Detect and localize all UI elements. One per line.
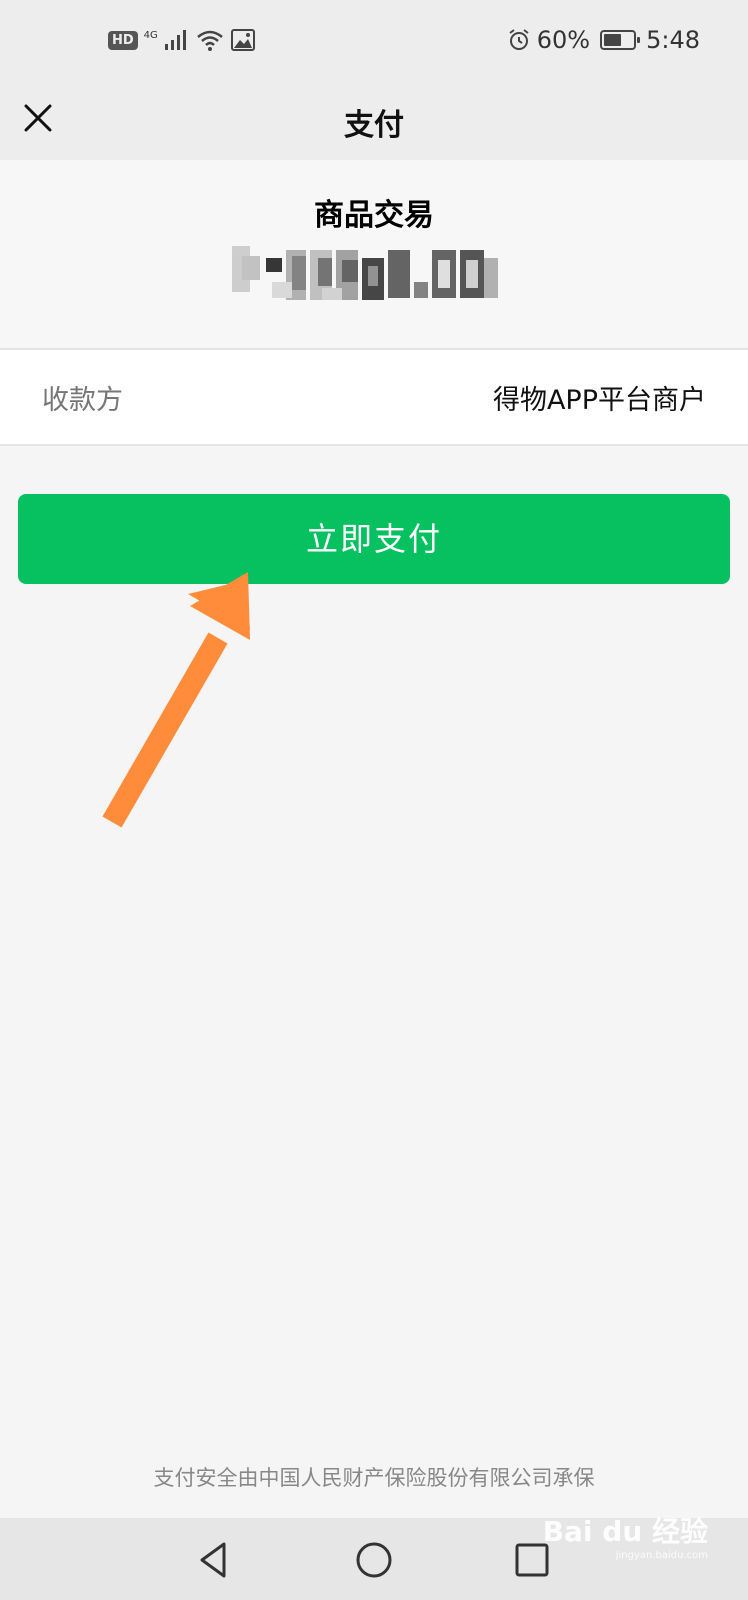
- pixelated-amount: [232, 246, 498, 300]
- status-left-group: HD 4G: [108, 28, 256, 52]
- watermark: Bai du 经验 jingyan.baidu.com: [543, 1510, 708, 1561]
- battery-percent: 60%: [536, 26, 591, 54]
- payee-label: 收款方: [42, 385, 123, 416]
- image-alert-icon: [230, 29, 255, 51]
- page-title: 支付: [344, 108, 404, 143]
- alarm-icon: [509, 29, 529, 50]
- payee-row: 收款方 得物APP平台商户: [0, 350, 748, 446]
- payee-value: 得物APP平台商户: [492, 385, 706, 416]
- home-icon[interactable]: [352, 1538, 396, 1582]
- arrow-annotation-icon: [102, 572, 250, 828]
- watermark-url: jingyan.baidu.com: [615, 1550, 708, 1561]
- amount-section: 商品交易: [0, 160, 748, 350]
- status-right-group: 60% 5:48: [507, 26, 700, 54]
- network-type: 4G: [143, 30, 158, 41]
- watermark-brand: Bai du 经验: [542, 1515, 708, 1548]
- battery-level: [604, 34, 621, 46]
- product-title: 商品交易: [314, 198, 434, 233]
- insurance-note: 支付安全由中国人民财产保险股份有限公司承保: [153, 1466, 595, 1490]
- nav-bar: 支付: [0, 86, 748, 160]
- battery-icon: [600, 30, 641, 50]
- signal-icon: [164, 30, 186, 50]
- hd-badge: HD: [108, 30, 138, 50]
- wifi-icon: [196, 30, 223, 51]
- back-icon[interactable]: [192, 1538, 236, 1582]
- status-bar: HD 4G 60% 5:48: [0, 0, 748, 86]
- clock-time: 5:48: [646, 26, 700, 54]
